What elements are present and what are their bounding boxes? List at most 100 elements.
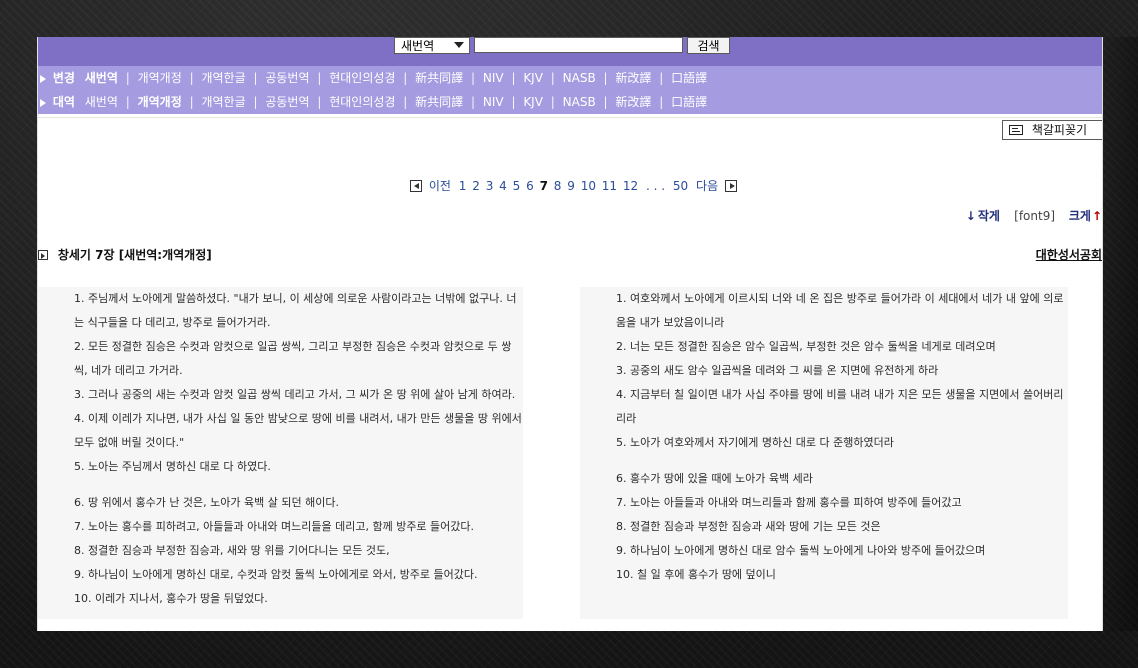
page-link-9[interactable]: 9 — [567, 179, 575, 193]
font-size-indicator: [font9] — [1014, 209, 1056, 223]
nav-item-new-translation[interactable]: 새번역 — [85, 71, 118, 85]
nav-item-common[interactable]: 공동번역 — [265, 71, 309, 85]
verse-left-5: 5. 노아는 주님께서 명하신 대로 다 하였다. — [74, 460, 271, 473]
separator: | — [550, 95, 555, 109]
verse-right-8: 8. 정결한 짐승과 부정한 짐승과 새와 땅에 기는 모든 것은 — [616, 520, 881, 533]
verse-left-3: 3. 그러나 공중의 새는 수컷과 암컷 일곱 쌍씩 데리고 가서, 그 씨가 … — [74, 388, 516, 401]
next-link[interactable]: 다음 — [696, 179, 718, 193]
separator: | — [189, 71, 194, 85]
page-link-12[interactable]: 12 — [623, 179, 638, 193]
separator: | — [511, 71, 516, 85]
nav-item-korean-revised[interactable]: 개역한글 — [201, 95, 245, 109]
nav-item-common[interactable]: 공동번역 — [265, 95, 309, 109]
down-arrow-icon: ↓ — [965, 209, 976, 223]
verse-right-10: 10. 칠 일 후에 홍수가 땅에 덮이니 — [616, 568, 776, 581]
nav-item-niv[interactable]: NIV — [483, 71, 504, 85]
publisher-link[interactable]: 대한성서공회 — [1036, 246, 1102, 264]
verse-left-9: 9. 하나님이 노아에게 명하신 대로, 수컷과 암컷 둘씩 노아에게로 와서,… — [74, 568, 478, 581]
nav-item-new-translation[interactable]: 새번역 — [85, 95, 118, 109]
page-link-2[interactable]: 2 — [472, 179, 480, 193]
page-link-8[interactable]: 8 — [554, 179, 562, 193]
nav-item-kjv[interactable]: KJV — [523, 71, 543, 85]
right-edge-shadow — [1101, 37, 1138, 631]
nav-item-shin-kyodo[interactable]: 新共同譯 — [415, 71, 463, 85]
separator: | — [125, 71, 130, 85]
separator: | — [253, 95, 258, 109]
page-link-5[interactable]: 5 — [513, 179, 521, 193]
nav-row-label: 변경 — [52, 71, 75, 85]
nav-item-modern[interactable]: 현대인의성경 — [329, 95, 395, 109]
separator: | — [317, 95, 322, 109]
separator: | — [511, 95, 516, 109]
verse-column-left: 1. 주님께서 노아에게 말씀하셨다. "내가 보니, 이 세상에 의로운 사람… — [38, 287, 523, 619]
verse-right-2: 2. 너는 모든 정결한 짐승은 암수 일곱씩, 부정한 것은 암수 둘씩을 네… — [616, 340, 996, 353]
page-link-1[interactable]: 1 — [459, 179, 467, 193]
separator: | — [550, 71, 555, 85]
translation-select-value: 새번역 — [401, 39, 435, 53]
pagination-ellipsis: . . . — [646, 179, 666, 193]
bookmark-button[interactable]: 책갈피꽂기 — [1002, 120, 1102, 140]
chevron-down-icon — [454, 42, 464, 48]
nav-item-revised[interactable]: 개역개정 — [138, 71, 182, 85]
verse-right-3: 3. 공중의 새도 암수 일곱씩을 데려와 그 씨를 온 지면에 유전하게 하라 — [616, 364, 939, 377]
verse-right-7: 7. 노아는 아들들과 아내와 며느리들과 함께 홍수를 피하여 방주에 들어갔… — [616, 496, 962, 509]
page-link-11[interactable]: 11 — [602, 179, 617, 193]
search-input[interactable] — [474, 37, 683, 53]
separator: | — [471, 95, 476, 109]
bookmark-label: 책갈피꽂기 — [1031, 123, 1088, 137]
nav-item-korean-revised[interactable]: 개역한글 — [201, 71, 245, 85]
chapter-arrow-icon — [38, 249, 48, 260]
nav-item-shin-kyodo[interactable]: 新共同譯 — [415, 95, 463, 109]
page-link-3[interactable]: 3 — [486, 179, 494, 193]
chapter-header: 창세기 7장 [새번역:개역개정] — [38, 246, 212, 264]
search-button[interactable]: 검색 — [687, 37, 730, 54]
nav-row-parallel: 대역 새번역 | 개역개정 | 개역한글 | 공동번역 | 현대인의성경 | 新… — [38, 90, 1102, 114]
prev-link[interactable]: 이전 — [429, 179, 451, 193]
verse-left-4: 4. 이제 이레가 지나면, 내가 사십 일 동안 밤낮으로 땅에 비를 내려서… — [74, 412, 522, 449]
top-divider — [38, 117, 1102, 118]
nav-item-kjv[interactable]: KJV — [523, 95, 543, 109]
pagination: 이전 1 2 3 4 5 6 7 8 9 10 11 12 . . . 50 다… — [410, 178, 737, 194]
triangle-right-icon — [40, 98, 46, 107]
nav-item-nasb[interactable]: NASB — [563, 95, 596, 109]
nav-item-shin-kaiyaku[interactable]: 新改譯 — [615, 71, 651, 85]
nav-item-revised[interactable]: 개역개정 — [138, 95, 182, 109]
nav-item-shin-kaiyaku[interactable]: 新改譯 — [615, 95, 651, 109]
page-link-50[interactable]: 50 — [673, 179, 688, 193]
nav-item-niv[interactable]: NIV — [483, 95, 504, 109]
next-arrow-icon[interactable] — [724, 179, 737, 192]
verse-right-4: 4. 지금부터 칠 일이면 내가 사십 주야를 땅에 비를 내려 내가 지은 모… — [616, 388, 1064, 425]
nav-item-kogoyaku[interactable]: 口語譯 — [671, 71, 707, 85]
page-link-6[interactable]: 6 — [526, 179, 534, 193]
separator: | — [471, 71, 476, 85]
chapter-title: 창세기 7장 [새번역:개역개정] — [57, 248, 212, 262]
top-search-bar: 새번역 검색 — [38, 37, 1102, 66]
verse-column-right: 1. 여호와께서 노아에게 이르시되 너와 네 온 집은 방주로 들어가라 이 … — [580, 287, 1068, 619]
font-smaller-button[interactable]: ↓ 작게 — [966, 209, 1004, 223]
verse-left-2: 2. 모든 정결한 짐승은 수컷과 암컷으로 일곱 쌍씩, 그리고 부정한 짐승… — [74, 340, 512, 377]
font-size-controls: ↓ 작게 [font9] 크게↑ — [966, 208, 1102, 224]
verse-content: 1. 주님께서 노아에게 말씀하셨다. "내가 보니, 이 세상에 의로운 사람… — [38, 282, 1102, 631]
translation-nav: 변경 새번역 | 개역개정 | 개역한글 | 공동번역 | 현대인의성경 | 新… — [38, 66, 1102, 114]
nav-row-label: 대역 — [52, 95, 75, 109]
bible-page: 새번역 검색 변경 새번역 | 개역개정 | 개역한글 | 공동번역 | 현대인… — [37, 37, 1103, 631]
triangle-right-icon — [40, 74, 46, 83]
nav-item-modern[interactable]: 현대인의성경 — [329, 71, 395, 85]
separator: | — [659, 95, 664, 109]
font-smaller-label: 작게 — [977, 209, 1000, 223]
verse-right-5: 5. 노아가 여호와께서 자기에게 명하신 대로 다 준행하였더라 — [616, 436, 894, 449]
page-current: 7 — [539, 179, 548, 193]
page-link-10[interactable]: 10 — [581, 179, 596, 193]
verse-right-1: 1. 여호와께서 노아에게 이르시되 너와 네 온 집은 방주로 들어가라 이 … — [616, 292, 1064, 329]
verse-left-6: 6. 땅 위에서 홍수가 난 것은, 노아가 육백 살 되던 해이다. — [74, 496, 339, 509]
prev-arrow-icon[interactable] — [410, 179, 422, 192]
separator: | — [125, 95, 130, 109]
nav-item-nasb[interactable]: NASB — [563, 71, 596, 85]
bookmark-icon — [1009, 124, 1023, 135]
page-link-4[interactable]: 4 — [499, 179, 507, 193]
nav-item-kogoyaku[interactable]: 口語譯 — [671, 95, 707, 109]
verse-left-8: 8. 정결한 짐승과 부정한 짐승과, 새와 땅 위를 기어다니는 모든 것도, — [74, 544, 390, 557]
separator: | — [317, 71, 322, 85]
translation-select[interactable]: 새번역 — [394, 37, 470, 54]
font-bigger-button[interactable]: 크게↑ — [1069, 209, 1102, 223]
